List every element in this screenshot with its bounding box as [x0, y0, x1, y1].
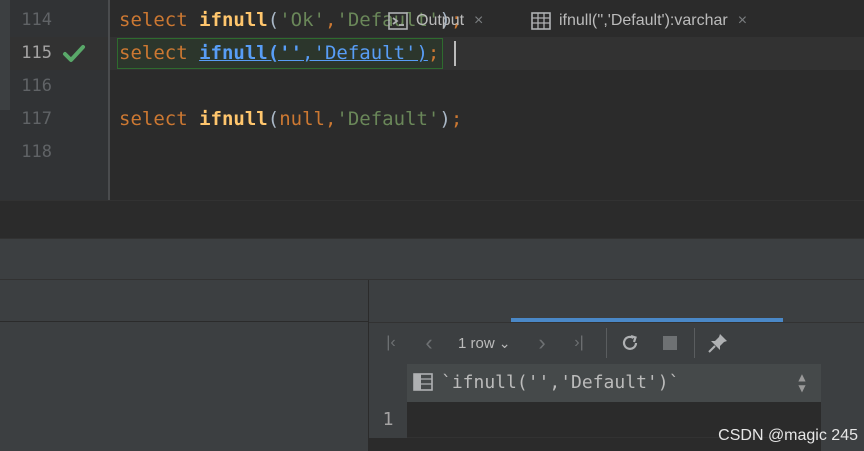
row-count-selector[interactable]: 1 row ⌄: [458, 332, 510, 354]
table-grid-icon: [531, 12, 551, 30]
reload-button[interactable]: [619, 332, 641, 354]
code-token: select: [119, 9, 188, 31]
tab-output-label: Output: [416, 12, 465, 29]
code-token: ifnull: [199, 9, 268, 31]
next-page-button[interactable]: ›: [531, 330, 553, 355]
editor-bottom-area: [0, 200, 864, 238]
code-token: ,: [324, 9, 337, 31]
pin-icon: [708, 334, 727, 353]
sort-icon[interactable]: ▲ ▼: [795, 371, 809, 394]
reload-icon: [622, 334, 638, 350]
code-token: ifnull('': [199, 42, 303, 64]
line-number: 118: [21, 142, 52, 162]
code-token: (: [267, 108, 280, 130]
toolbar-separator: [606, 328, 607, 358]
row-count-label: 1 row: [458, 334, 495, 352]
gutter-divider: [108, 0, 110, 200]
previous-page-button[interactable]: ‹: [418, 330, 440, 355]
code-token: ,: [324, 108, 337, 130]
code-token: ): [439, 108, 451, 130]
stop-button[interactable]: [659, 332, 681, 354]
code-token: 'Default': [336, 108, 440, 130]
code-line-117[interactable]: select ifnull(null,'Default');: [119, 103, 462, 136]
tab-output[interactable]: Output ×: [388, 0, 483, 42]
code-token: ,: [302, 42, 314, 64]
tool-window-header: [0, 238, 864, 280]
code-token: ifnull: [199, 108, 268, 130]
chevron-down-icon: ⌄: [498, 334, 511, 351]
text-caret: [454, 41, 456, 66]
stop-icon: [663, 336, 677, 350]
line-number: 117: [21, 109, 52, 129]
code-token: (: [267, 9, 280, 31]
tab-result-label: ifnull('','Default'):varchar: [559, 12, 728, 29]
results-tab-bar: [369, 280, 864, 322]
line-number: 114: [21, 10, 52, 30]
last-page-button[interactable]: ›|: [568, 332, 590, 354]
editor-left-strip-thumb[interactable]: [0, 0, 10, 110]
grid-corner: [369, 364, 407, 402]
check-icon[interactable]: [62, 43, 86, 65]
line-number: 116: [21, 76, 52, 96]
pin-tab-button[interactable]: [706, 332, 730, 354]
code-token: select: [119, 42, 188, 64]
first-page-button[interactable]: |‹: [380, 332, 402, 354]
code-token: select: [119, 108, 188, 130]
code-token: ;: [427, 42, 440, 64]
toolbar-separator: [694, 328, 695, 358]
close-icon[interactable]: ×: [738, 12, 747, 30]
services-tree-toolbar: [0, 280, 368, 322]
code-token: ;: [450, 108, 463, 130]
column-header-label: `ifnull('','Default')`: [441, 372, 680, 393]
results-toolbar: [369, 322, 864, 364]
column-icon: [413, 373, 433, 391]
console-output-icon: [388, 12, 408, 30]
row-number: 1: [382, 409, 394, 430]
code-token: 'Ok': [279, 9, 325, 31]
code-token: null: [279, 108, 325, 130]
line-number-current: 115: [21, 43, 52, 63]
watermark: CSDN @magic 245: [718, 427, 858, 444]
close-icon[interactable]: ×: [474, 12, 483, 30]
code-token: 'Default'): [313, 42, 428, 64]
tab-query-result[interactable]: ifnull('','Default'):varchar ×: [531, 0, 747, 42]
